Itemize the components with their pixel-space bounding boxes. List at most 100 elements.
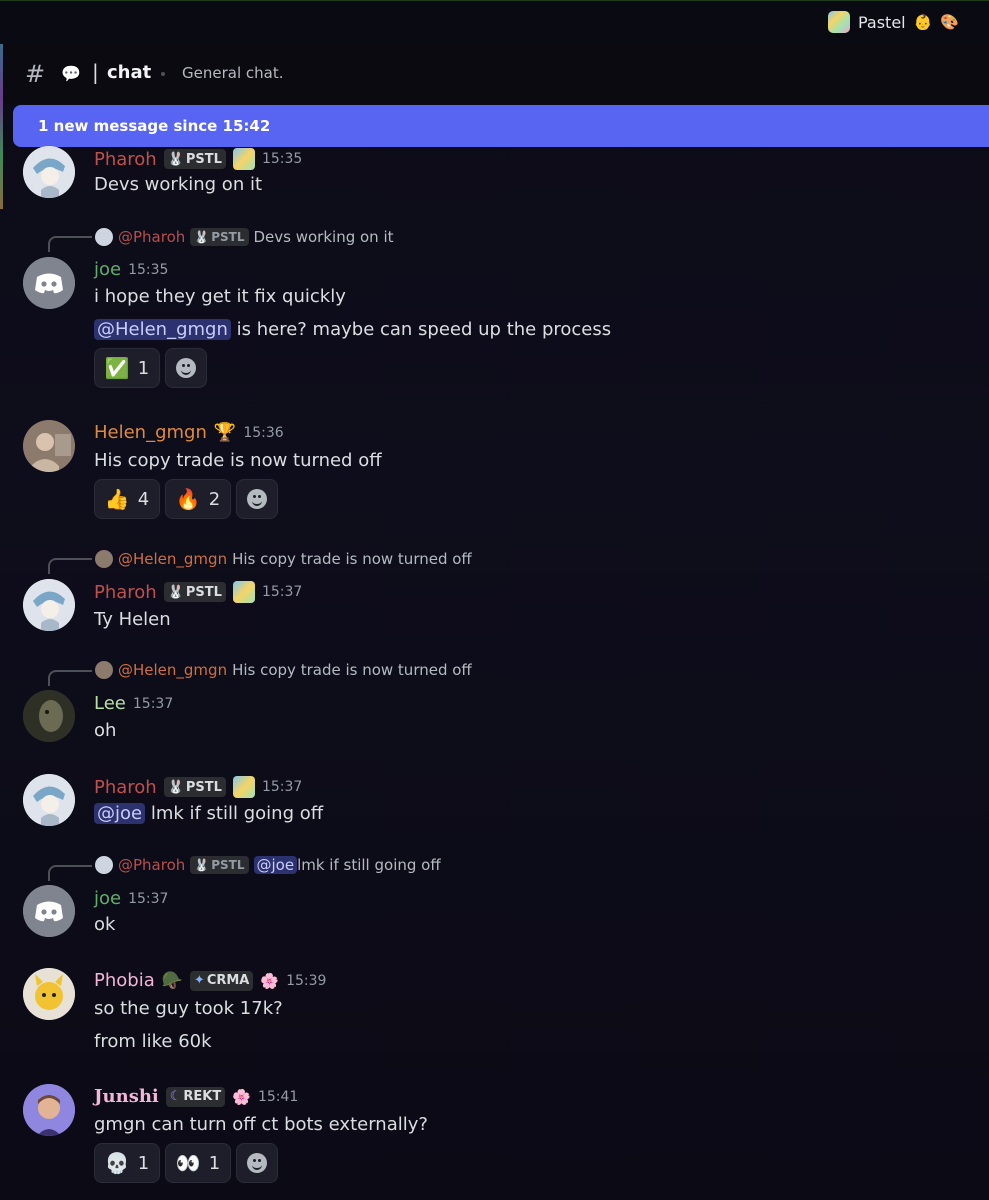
author-name[interactable]: Junshi bbox=[94, 1086, 159, 1107]
message-text: Devs working on it bbox=[94, 174, 263, 195]
channel-topic: General chat. bbox=[182, 64, 284, 82]
server-badge-icon bbox=[232, 581, 255, 603]
message-text: His copy trade is now turned off bbox=[94, 450, 382, 471]
crescent-icon: ☾ bbox=[169, 1089, 182, 1104]
skull-icon: 💀 bbox=[104, 1151, 130, 1175]
bunny-icon: 🐰 bbox=[194, 230, 210, 244]
reaction-count: 2 bbox=[208, 488, 221, 510]
reply-author: @Pharoh bbox=[118, 856, 186, 874]
eyes-icon: 👀 bbox=[175, 1151, 201, 1175]
reaction-thumbsup[interactable]: 👍 4 bbox=[94, 479, 160, 519]
guild-tag[interactable]: 🐰 PSTL bbox=[163, 777, 226, 797]
timestamp: 15:37 bbox=[128, 890, 169, 907]
timestamp: 15:37 bbox=[261, 779, 303, 795]
channel-hash-icon: # bbox=[25, 60, 46, 88]
reply-avatar bbox=[95, 550, 113, 568]
reaction-count: 1 bbox=[208, 1152, 221, 1174]
bunny-icon: 🐰 bbox=[167, 151, 184, 167]
avatar-pharoh[interactable] bbox=[23, 774, 75, 826]
server-indicator[interactable]: Pastel 👶 🎨 bbox=[827, 11, 959, 33]
message-text: so the guy took 17k? bbox=[94, 998, 283, 1019]
avatar-helen[interactable] bbox=[23, 420, 75, 472]
reply-text: His copy trade is now turned off bbox=[232, 550, 472, 568]
guild-tag[interactable]: ☾ REKT bbox=[165, 1086, 226, 1107]
avatar-joe[interactable] bbox=[23, 885, 75, 937]
server-name: Pastel bbox=[857, 12, 906, 32]
author-name[interactable]: Pharoh bbox=[94, 149, 157, 170]
channel-name: chat bbox=[107, 62, 152, 83]
bunny-icon: 🐰 bbox=[167, 779, 184, 795]
reaction-count: 4 bbox=[137, 488, 150, 510]
avatar-junshi[interactable] bbox=[23, 1084, 75, 1136]
reply-avatar bbox=[95, 228, 113, 246]
fire-icon: 🔥 bbox=[175, 487, 201, 511]
sparkle-icon: ✦ bbox=[193, 973, 205, 988]
message-text: @joe lmk if still going off bbox=[94, 803, 323, 824]
avatar-lee[interactable] bbox=[23, 690, 75, 742]
guild-tag[interactable]: 🐰 PSTL bbox=[163, 149, 226, 169]
reply-text: Devs working on it bbox=[253, 228, 394, 246]
smile-icon bbox=[247, 489, 267, 509]
top-bar: Pastel 👶 🎨 bbox=[0, 0, 989, 45]
guild-tag[interactable]: 🐰 PSTL bbox=[163, 582, 226, 602]
reaction-check[interactable]: ✅ 1 bbox=[94, 348, 160, 388]
server-emoji-2: 🎨 bbox=[940, 13, 959, 31]
bunny-icon: 🐰 bbox=[167, 584, 184, 600]
reaction-eyes[interactable]: 👀 1 bbox=[165, 1143, 231, 1183]
reply-preview[interactable]: @Helen_gmgn His copy trade is now turned… bbox=[95, 550, 472, 568]
reply-author: @Pharoh bbox=[118, 228, 186, 246]
add-reaction-button[interactable] bbox=[236, 1143, 278, 1183]
new-messages-banner[interactable]: 1 new message since 15:42 bbox=[13, 105, 989, 147]
user-mention[interactable]: @joe bbox=[94, 803, 146, 824]
reply-avatar bbox=[95, 661, 113, 679]
trophy-icon: 🏆 bbox=[213, 422, 237, 443]
timestamp: 15:35 bbox=[261, 151, 303, 167]
reply-preview[interactable]: @Pharoh 🐰 PSTL @joe lmk if still going of… bbox=[95, 856, 441, 874]
speech-bubble-icon: 💬 bbox=[61, 64, 81, 83]
reaction-count: 1 bbox=[137, 357, 150, 379]
author-name[interactable]: Pharoh bbox=[94, 777, 157, 798]
avatar-phobia[interactable] bbox=[23, 968, 75, 1020]
blossom-icon: 🌸 bbox=[260, 971, 280, 990]
reply-preview[interactable]: @Helen_gmgn His copy trade is now turned… bbox=[95, 661, 472, 679]
reply-author: @Helen_gmgn bbox=[118, 550, 228, 568]
message-text: Ty Helen bbox=[94, 609, 171, 630]
user-mention[interactable]: @Helen_gmgn bbox=[94, 319, 231, 340]
timestamp: 15:35 bbox=[128, 261, 169, 278]
timestamp: 15:36 bbox=[243, 424, 284, 441]
smile-icon bbox=[176, 358, 196, 378]
smile-icon bbox=[247, 1153, 267, 1173]
author-name[interactable]: joe bbox=[94, 888, 121, 909]
reaction-fire[interactable]: 🔥 2 bbox=[165, 479, 231, 519]
avatar-joe[interactable] bbox=[23, 257, 75, 309]
avatar-pharoh[interactable] bbox=[23, 146, 75, 198]
reply-spine bbox=[48, 865, 92, 881]
author-name[interactable]: Helen_gmgn bbox=[94, 422, 207, 443]
author-name[interactable]: Pharoh bbox=[94, 582, 157, 603]
divider-bar: | bbox=[92, 60, 99, 84]
reply-text: His copy trade is now turned off bbox=[232, 661, 472, 679]
message-text: gmgn can turn off ct bots externally? bbox=[94, 1114, 428, 1135]
message-text: oh bbox=[94, 720, 117, 741]
reply-spine bbox=[48, 670, 92, 686]
author-name[interactable]: Lee bbox=[94, 693, 126, 714]
thumbsup-icon: 👍 bbox=[104, 487, 130, 511]
check-icon: ✅ bbox=[104, 356, 130, 380]
avatar-pharoh[interactable] bbox=[23, 579, 75, 631]
add-reaction-button[interactable] bbox=[236, 479, 278, 519]
reaction-count: 1 bbox=[137, 1152, 150, 1174]
server-emoji-1: 👶 bbox=[913, 13, 933, 31]
timestamp: 15:37 bbox=[132, 695, 174, 712]
reply-preview[interactable]: @Pharoh 🐰 PSTL Devs working on it bbox=[95, 228, 394, 246]
author-name[interactable]: joe bbox=[94, 259, 121, 280]
blossom-icon: 🌸 bbox=[232, 1087, 251, 1106]
guild-tag[interactable]: ✦ CRMA bbox=[189, 970, 254, 991]
server-badge-icon bbox=[232, 148, 255, 170]
reaction-skull[interactable]: 💀 1 bbox=[94, 1143, 160, 1183]
server-icon bbox=[827, 11, 850, 33]
add-reaction-button[interactable] bbox=[165, 348, 207, 388]
reply-text: lmk if still going off bbox=[297, 856, 441, 874]
message-text-2: from like 60k bbox=[94, 1031, 212, 1052]
discord-default-icon bbox=[23, 257, 75, 309]
author-name[interactable]: Phobia bbox=[94, 970, 155, 991]
